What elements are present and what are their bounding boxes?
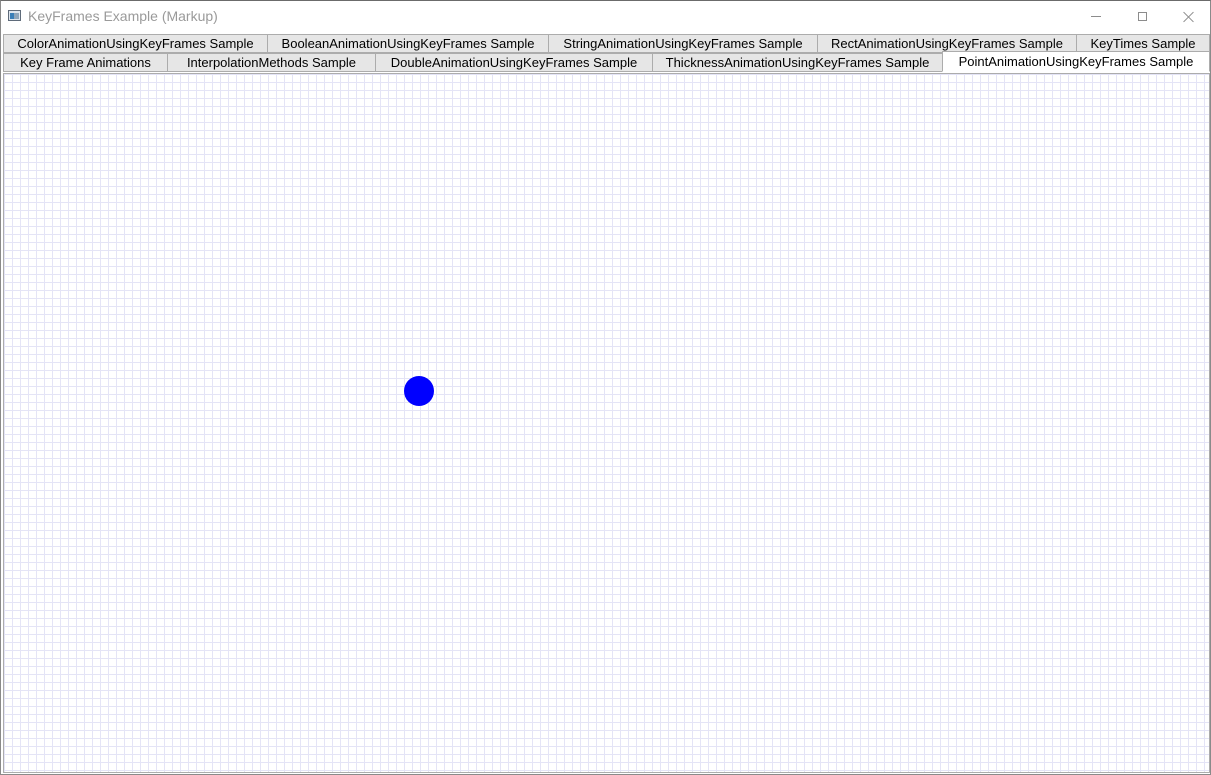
maximize-button[interactable] <box>1119 1 1165 32</box>
tab-interpolation-methods[interactable]: InterpolationMethods Sample <box>167 53 376 72</box>
tab-string-animation[interactable]: StringAnimationUsingKeyFrames Sample <box>548 34 818 53</box>
tab-row-front: Key Frame Animations InterpolationMethod… <box>3 51 1210 72</box>
animated-ellipse <box>404 376 434 406</box>
tab-point-animation[interactable]: PointAnimationUsingKeyFrames Sample <box>942 51 1210 72</box>
animation-canvas <box>3 73 1210 773</box>
tab-thickness-animation[interactable]: ThicknessAnimationUsingKeyFrames Sample <box>652 53 943 72</box>
tab-color-animation[interactable]: ColorAnimationUsingKeyFrames Sample <box>3 34 268 53</box>
title-bar[interactable]: KeyFrames Example (Markup) <box>1 1 1210 32</box>
close-icon <box>1183 11 1194 22</box>
minimize-icon <box>1091 16 1101 17</box>
app-window: KeyFrames Example (Markup) ColorAnimatio… <box>0 0 1211 775</box>
close-button[interactable] <box>1165 1 1211 32</box>
maximize-icon <box>1137 12 1147 21</box>
window-title: KeyFrames Example (Markup) <box>28 8 218 24</box>
tab-double-animation[interactable]: DoubleAnimationUsingKeyFrames Sample <box>375 53 653 72</box>
app-window-icon <box>8 10 21 21</box>
minimize-button[interactable] <box>1073 1 1119 32</box>
tab-boolean-animation[interactable]: BooleanAnimationUsingKeyFrames Sample <box>267 34 549 53</box>
tab-key-frame-animations[interactable]: Key Frame Animations <box>3 53 168 72</box>
tab-strip: ColorAnimationUsingKeyFrames Sample Bool… <box>3 34 1210 73</box>
